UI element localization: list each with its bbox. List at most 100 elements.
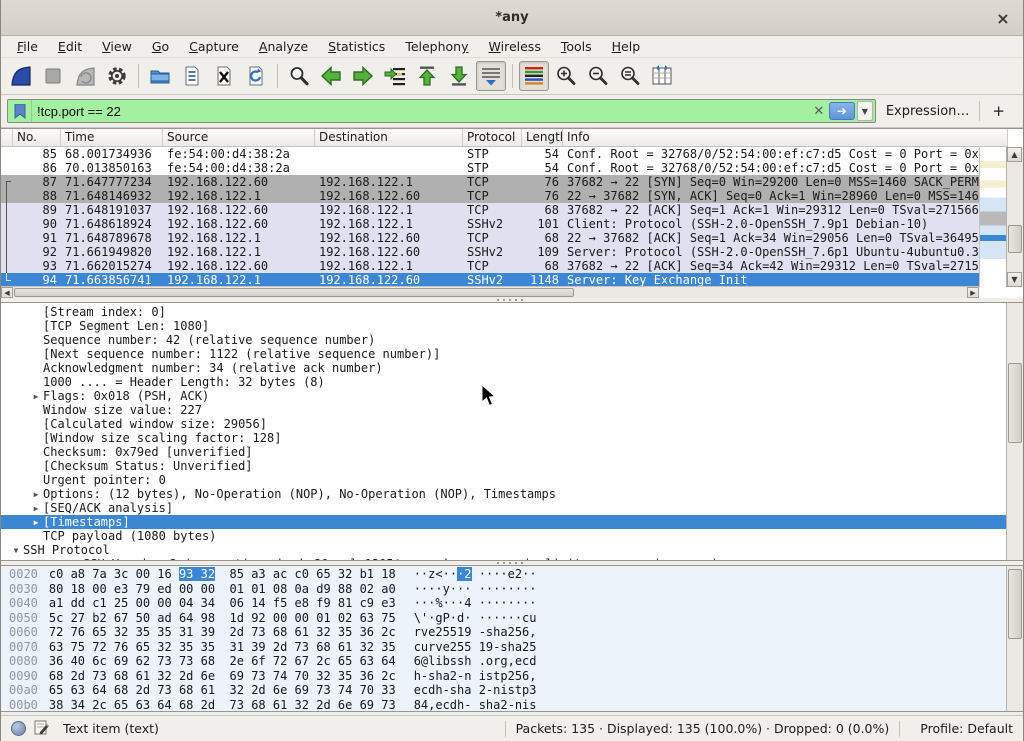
packet-row-92[interactable]: 9271.661949820192.168.122.1192.168.122.6… xyxy=(1,245,979,259)
menu-statistics[interactable]: Statistics xyxy=(318,37,395,56)
packet-row-87[interactable]: 8771.647777234192.168.122.60192.168.122.… xyxy=(1,175,979,189)
menu-wireless[interactable]: Wireless xyxy=(479,37,551,56)
hex-row-0050[interactable]: 00505c 27 b2 67 50 ad 64 98 1d 92 00 00 … xyxy=(1,611,1006,626)
hex-row-00a0[interactable]: 00a065 63 64 68 2d 73 68 61 32 2d 6e 69 … xyxy=(1,683,1006,698)
detail-line[interactable]: ▶[SEQ/ACK analysis] xyxy=(1,501,1006,515)
scroll-up-arrow-icon[interactable]: ▲ xyxy=(1007,147,1022,162)
column-header-info[interactable]: Info xyxy=(563,129,1008,146)
stop-capture-button[interactable] xyxy=(38,61,68,91)
zoom-in-button[interactable] xyxy=(551,61,581,91)
open-file-button[interactable] xyxy=(145,61,175,91)
filter-clear-button[interactable]: ✕ xyxy=(809,101,829,121)
zoom-reset-button[interactable] xyxy=(615,61,645,91)
packet-row-94[interactable]: 9471.663856741192.168.122.1192.168.122.6… xyxy=(1,273,979,287)
packet-list-scroll-thumb[interactable] xyxy=(1008,225,1022,253)
hex-row-0090[interactable]: 009068 2d 73 68 61 32 2d 6e 69 73 74 70 … xyxy=(1,669,1006,684)
menu-tools[interactable]: Tools xyxy=(551,37,602,56)
detail-line[interactable]: [Checksum Status: Unverified] xyxy=(1,459,1006,473)
packet-row-90[interactable]: 9071.648618924192.168.122.60192.168.122.… xyxy=(1,217,979,231)
menu-analyze[interactable]: Analyze xyxy=(249,37,318,56)
details-scroll-thumb[interactable] xyxy=(1008,363,1022,443)
status-profile[interactable]: Profile: Default xyxy=(920,721,1023,736)
go-to-bottom-button[interactable] xyxy=(444,61,474,91)
hex-row-0020[interactable]: 0020c0 a8 7a 3c 00 16 93 32 85 a3 ac c0 … xyxy=(1,567,1006,582)
menu-capture[interactable]: Capture xyxy=(179,37,249,56)
scroll-right-arrow-icon[interactable]: ▶ xyxy=(967,287,979,298)
colorize-packets-button[interactable] xyxy=(519,61,549,91)
menu-edit[interactable]: Edit xyxy=(48,37,92,56)
capture-comment-icon[interactable] xyxy=(34,720,49,738)
start-capture-button[interactable] xyxy=(6,61,36,91)
detail-line[interactable]: TCP payload (1080 bytes) xyxy=(1,529,1006,543)
packet-list-hscrollbar[interactable]: ◀ ▶ xyxy=(1,286,979,298)
expand-arrow-icon[interactable]: ▶ xyxy=(29,516,43,530)
hex-row-0080[interactable]: 008036 40 6c 69 62 73 73 68 2e 6f 72 67 … xyxy=(1,654,1006,669)
packet-list-minimap[interactable] xyxy=(979,147,1008,287)
menu-telephony[interactable]: Telephony xyxy=(395,37,478,56)
filter-dropdown-button[interactable]: ▼ xyxy=(857,101,873,121)
close-file-button[interactable] xyxy=(209,61,239,91)
menu-file[interactable]: File xyxy=(7,37,48,56)
go-to-packet-button[interactable] xyxy=(380,61,410,91)
filter-input[interactable] xyxy=(32,101,809,121)
detail-line[interactable]: [Calculated window size: 29056] xyxy=(1,417,1006,431)
capture-options-button[interactable] xyxy=(102,61,132,91)
detail-line[interactable]: Checksum: 0x79ed [unverified] xyxy=(1,445,1006,459)
column-header-time[interactable]: Time xyxy=(61,129,163,146)
scroll-down-arrow-icon[interactable]: ▼ xyxy=(1007,272,1022,287)
detail-line[interactable]: Urgent pointer: 0 xyxy=(1,473,1006,487)
find-packet-button[interactable] xyxy=(284,61,314,91)
menu-help[interactable]: Help xyxy=(602,37,651,56)
menu-go[interactable]: Go xyxy=(142,37,179,56)
scroll-left-arrow-icon[interactable]: ◀ xyxy=(1,287,13,298)
packet-row-89[interactable]: 8971.648191037192.168.122.60192.168.122.… xyxy=(1,203,979,217)
add-filter-button[interactable]: + xyxy=(980,102,1017,120)
detail-line[interactable]: [Next sequence number: 1122 (relative se… xyxy=(1,347,1006,361)
hex-row-0030[interactable]: 003080 18 00 e3 79 ed 00 00 01 01 08 0a … xyxy=(1,582,1006,597)
go-back-button[interactable] xyxy=(316,61,346,91)
column-header-source[interactable]: Source xyxy=(163,129,315,146)
detail-line[interactable]: Acknowledgment number: 34 (relative ack … xyxy=(1,361,1006,375)
detail-line[interactable]: ▶Flags: 0x018 (PSH, ACK) xyxy=(1,389,1006,403)
hex-row-0040[interactable]: 0040a1 dd c1 25 00 00 04 34 06 14 f5 e8 … xyxy=(1,596,1006,611)
packet-row-88[interactable]: 8871.648146932192.168.122.1192.168.122.6… xyxy=(1,189,979,203)
detail-line[interactable]: ▶Options: (12 bytes), No-Operation (NOP)… xyxy=(1,487,1006,501)
expert-info-icon[interactable] xyxy=(11,721,26,736)
save-file-button[interactable] xyxy=(177,61,207,91)
filter-bookmark-button[interactable] xyxy=(8,100,32,122)
packet-row-93[interactable]: 9371.662015274192.168.122.60192.168.122.… xyxy=(1,259,979,273)
bytes-vscrollbar[interactable] xyxy=(1006,566,1023,711)
reload-file-button[interactable] xyxy=(241,61,271,91)
restart-capture-button[interactable] xyxy=(70,61,100,91)
detail-line[interactable]: [Window size scaling factor: 128] xyxy=(1,431,1006,445)
detail-line[interactable]: ▶SSH Version 2 (encryption:chacha20-poly… xyxy=(1,557,1006,560)
filter-apply-button[interactable]: ➜ xyxy=(829,102,855,120)
detail-line[interactable]: ▶[Timestamps] xyxy=(1,515,1006,529)
column-header-protocol[interactable]: Protocol xyxy=(463,129,522,146)
detail-line[interactable]: ▼SSH Protocol xyxy=(1,543,1006,557)
column-header-no[interactable]: No. xyxy=(13,129,61,146)
expand-arrow-icon[interactable]: ▶ xyxy=(69,558,83,561)
column-header-destination[interactable]: Destination xyxy=(315,129,463,146)
menu-view[interactable]: View xyxy=(92,37,142,56)
expand-arrow-icon[interactable]: ▶ xyxy=(29,502,43,516)
zoom-out-button[interactable] xyxy=(583,61,613,91)
detail-line[interactable]: Window size value: 227 xyxy=(1,403,1006,417)
expand-arrow-icon[interactable]: ▶ xyxy=(29,488,43,502)
expand-arrow-icon[interactable]: ▼ xyxy=(9,544,23,558)
hex-row-0070[interactable]: 007063 75 72 76 65 32 35 35 31 39 2d 73 … xyxy=(1,640,1006,655)
packet-list-hscroll-thumb[interactable] xyxy=(14,288,574,297)
resize-columns-button[interactable] xyxy=(647,61,677,91)
detail-line[interactable]: 1000 .... = Header Length: 32 bytes (8) xyxy=(1,375,1006,389)
go-forward-button[interactable] xyxy=(348,61,378,91)
close-window-button[interactable]: × xyxy=(993,8,1013,28)
bytes-scroll-thumb[interactable] xyxy=(1008,569,1022,639)
hex-row-0060[interactable]: 006072 76 65 32 35 35 31 39 2d 73 68 61 … xyxy=(1,625,1006,640)
expand-arrow-icon[interactable]: ▶ xyxy=(29,390,43,404)
details-vscrollbar[interactable] xyxy=(1006,303,1023,560)
column-header-length[interactable]: Length xyxy=(522,129,563,146)
packet-row-85[interactable]: 8568.001734936fe:54:00:d4:38:2aSTP54Conf… xyxy=(1,147,979,161)
detail-line[interactable]: [Stream index: 0] xyxy=(1,305,1006,319)
packet-list-vscrollbar[interactable]: ▲ ▼ xyxy=(1006,147,1023,287)
auto-scroll-button[interactable] xyxy=(476,61,506,91)
